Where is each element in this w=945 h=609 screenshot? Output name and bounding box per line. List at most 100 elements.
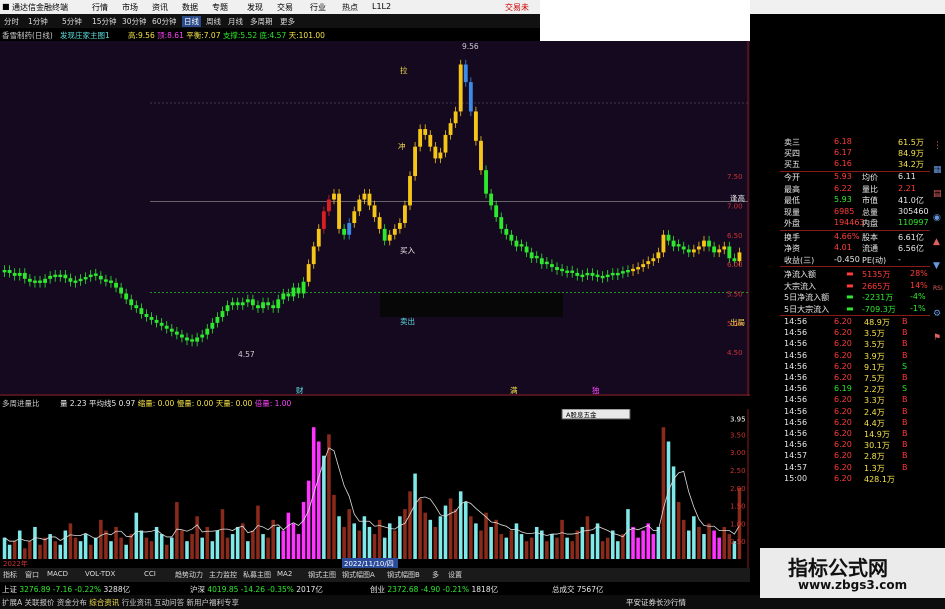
tick-price: 6.20 [834, 406, 852, 416]
app-title: 通达信金融终端 [12, 3, 68, 12]
extension-tab-3[interactable]: 综合资讯 [89, 598, 121, 607]
tick-side: B [902, 350, 908, 360]
indicator-tab-1[interactable]: 窗口 [25, 570, 39, 580]
menu-faxian[interactable]: 发现 [247, 2, 263, 13]
extension-tab-2[interactable]: 资金分布 [57, 598, 89, 607]
extension-tab-0[interactable]: 扩展A [2, 598, 25, 607]
indicator-info-bar: 香雪制药(日线) 发现庄家主图1 高:9.56 顶:8.61 平衡:7.07 支… [0, 28, 540, 41]
menu-jiaoyi[interactable]: 交易 [277, 2, 293, 13]
chart-tooltip[interactable]: A股息五金 [561, 409, 631, 420]
indicator-value-4: 底:4.57 [259, 31, 289, 40]
volume-bar [215, 530, 220, 559]
extension-tab-5[interactable]: 互动问答 [154, 598, 186, 607]
indicator-name[interactable]: 发现庄家主图1 [60, 30, 110, 41]
extension-tab-4[interactable]: 行业资讯 [122, 598, 154, 607]
indicator-tab-12[interactable]: 多 [432, 570, 439, 580]
tick-side: B [902, 406, 908, 416]
menu-hangqing[interactable]: 行情 [92, 2, 108, 13]
candle [479, 136, 483, 175]
indicator-tab-13[interactable]: 设置 [448, 570, 462, 580]
indicator-tab-4[interactable]: CCI [144, 570, 156, 578]
side-tool-icon[interactable]: ▲ [933, 237, 940, 247]
menu-zixun[interactable]: 资讯 [152, 2, 168, 13]
volume-bar [159, 534, 164, 559]
indicator-value-1: 顶:8.61 [157, 31, 187, 40]
index-ticker-3[interactable]: 总成交 7567亿 [552, 584, 603, 595]
indicator-tab-3[interactable]: VOL-TDX [85, 570, 115, 578]
quote-level-label: 买五 [784, 160, 800, 169]
extension-tab-6[interactable]: 新用户福利专享 [186, 598, 239, 607]
side-tool-icon[interactable]: ◉ [933, 213, 941, 223]
period-tab-active[interactable]: 日线 [182, 16, 201, 27]
volume-bar [190, 534, 194, 559]
side-tool-icon[interactable]: ⚙ [933, 309, 941, 319]
menu-l1l2[interactable]: L1L2 [372, 2, 391, 11]
stat-value: 5.93 [834, 172, 852, 181]
volume-axis-label: 1.00 [730, 520, 746, 528]
period-tab-more[interactable]: 更多 [280, 16, 295, 27]
side-tool-icon[interactable]: ⋮ [933, 141, 942, 151]
menu-zhuanti[interactable]: 专题 [212, 2, 228, 13]
flow-value: 2665万 [862, 281, 891, 291]
indicator-tab-6[interactable]: 主力监控 [209, 570, 237, 580]
chart-annotation-low_mark: 4.57 [238, 350, 255, 359]
period-tab[interactable]: 5分钟 [62, 16, 82, 27]
volume-bar [413, 473, 417, 559]
period-tab[interactable]: 60分钟 [152, 16, 177, 27]
index-ticker-2[interactable]: 创业 2372.68 -4.90 -0.21% 1818亿 [370, 584, 498, 595]
indicator-tab-9[interactable]: 钢式主图 [308, 570, 336, 580]
trade-status[interactable]: 交易未 [505, 2, 529, 13]
period-tab[interactable]: 分时 [4, 16, 19, 27]
indicator-tab-11[interactable]: 钢式幅图B [387, 570, 420, 580]
period-tab[interactable]: 15分钟 [92, 16, 117, 27]
period-tab[interactable]: 月线 [228, 16, 243, 27]
tick-volume: 2.8万 [864, 452, 885, 462]
tick-price: 6.19 [834, 384, 852, 394]
indicator-tab-0[interactable]: 指标 [3, 570, 17, 580]
volume-bar [220, 509, 225, 559]
side-tool-icon[interactable]: ▤ [933, 189, 942, 199]
side-tool-icon[interactable]: ▼ [933, 261, 940, 271]
index-label: 创业 [370, 585, 388, 594]
extension-tab-1[interactable]: 关联报价 [25, 598, 57, 607]
stat-label: 今开 [784, 173, 800, 182]
index-amount: 2017亿 [296, 585, 323, 594]
side-tool-icon[interactable]: RSI [933, 285, 943, 292]
period-tab[interactable]: 30分钟 [122, 16, 147, 27]
volume-bar [124, 544, 128, 559]
candlestick-chart[interactable]: 7.507.006.506.005.505.004.509.564.57买入卖出… [0, 41, 750, 396]
index-ticker-0[interactable]: 上证 3276.89 -7.16 -0.22% 3288亿 [2, 584, 130, 595]
candle [468, 77, 473, 117]
volume-bar [479, 530, 483, 559]
period-tab[interactable]: 多周期 [250, 16, 273, 27]
menu-hangye[interactable]: 行业 [310, 2, 326, 13]
side-tool-icon[interactable]: ⚑ [933, 333, 941, 343]
indicator-tab-10[interactable]: 钢式幅图A [342, 570, 375, 580]
menu-shichang[interactable]: 市场 [122, 2, 138, 13]
indicator-tab-2[interactable]: MACD [47, 570, 68, 578]
period-tab[interactable]: 周线 [206, 16, 221, 27]
volume-bar [68, 523, 73, 559]
indicator-tab-8[interactable]: MA2 [277, 570, 292, 578]
indicator-value-2: 平衡:7.07 [186, 31, 223, 40]
volume-ratio-chart[interactable]: 3.95 3.50 3.00 2.50 2.00 1.50 1.00 0.50 A股息五金 202… [0, 409, 750, 568]
volume-bar [403, 509, 407, 559]
indicator-tab-7[interactable]: 私募主图 [243, 570, 271, 580]
menu-redian[interactable]: 热点 [342, 2, 358, 13]
menu-shuju[interactable]: 数据 [182, 2, 198, 13]
volume-bar [291, 523, 296, 559]
volume-bar [33, 526, 37, 559]
index-ticker-1[interactable]: 沪深 4019.85 -14.26 -0.35% 2017亿 [190, 584, 323, 595]
flow-bar-icon: ▬ [846, 269, 854, 278]
volume-bar [256, 505, 260, 559]
volume-bar [210, 541, 215, 559]
volume-bar [621, 534, 625, 559]
flow-bar-icon: ▬ [846, 292, 854, 301]
side-tool-icon[interactable]: ▦ [933, 165, 942, 175]
volume-bar [337, 516, 341, 559]
period-tab[interactable]: 1分钟 [28, 16, 48, 27]
indicator-tab-5[interactable]: 趋势动力 [175, 570, 203, 580]
volume-indicator-name: 多周进量比 [2, 399, 40, 408]
volume-value-0: 量 2.23 [60, 399, 89, 408]
stat-label: 最高 [784, 184, 800, 194]
